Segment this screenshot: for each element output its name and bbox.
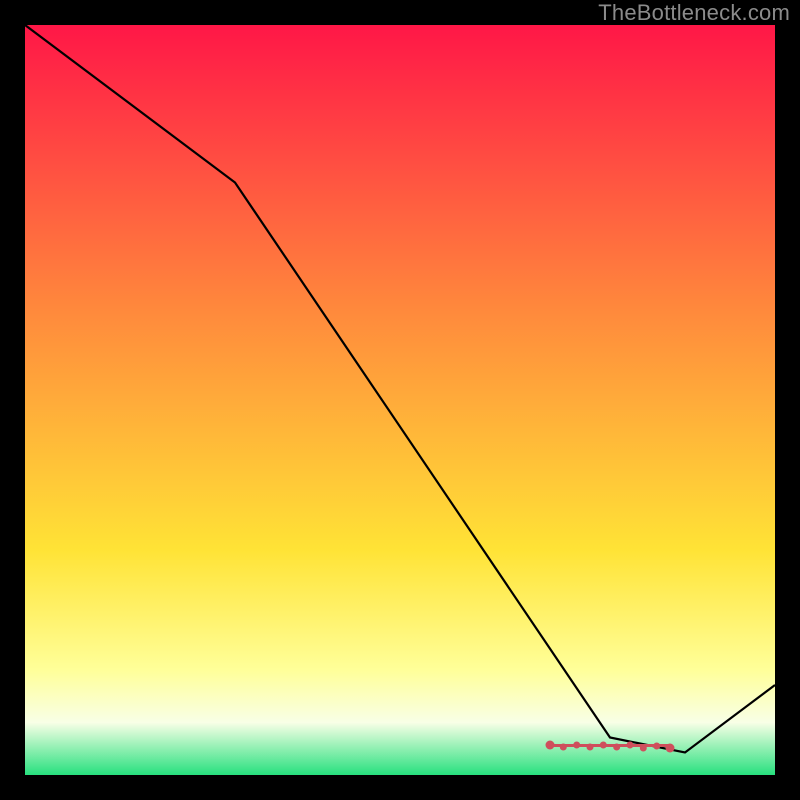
marker-dot: [653, 743, 660, 750]
marker-dot: [613, 744, 620, 751]
marker-bar: [550, 744, 670, 747]
plot-area: [25, 25, 775, 775]
chart-stage: TheBottleneck.com: [0, 0, 800, 800]
marker-dot: [587, 744, 594, 751]
main-line: [25, 25, 775, 753]
marker-dot: [560, 744, 567, 751]
marker-dot: [546, 741, 555, 750]
watermark-text: TheBottleneck.com: [598, 0, 790, 26]
marker-dot: [640, 745, 647, 752]
line-layer: [25, 25, 775, 775]
marker-group: [546, 741, 675, 753]
marker-dot: [666, 744, 675, 753]
marker-dot: [573, 742, 580, 749]
marker-dot: [627, 742, 634, 749]
marker-dot: [600, 742, 607, 749]
